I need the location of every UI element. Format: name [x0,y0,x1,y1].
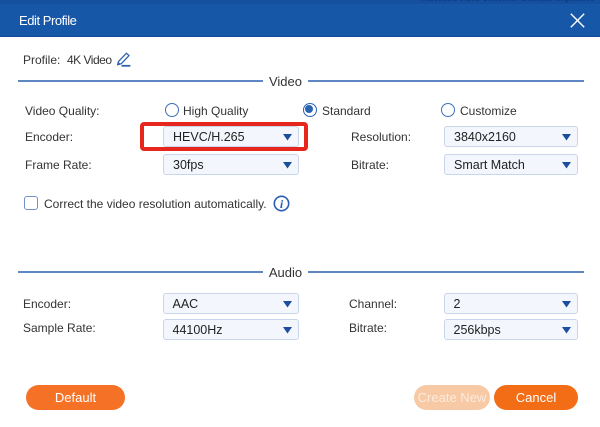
svg-text:i: i [280,197,284,211]
